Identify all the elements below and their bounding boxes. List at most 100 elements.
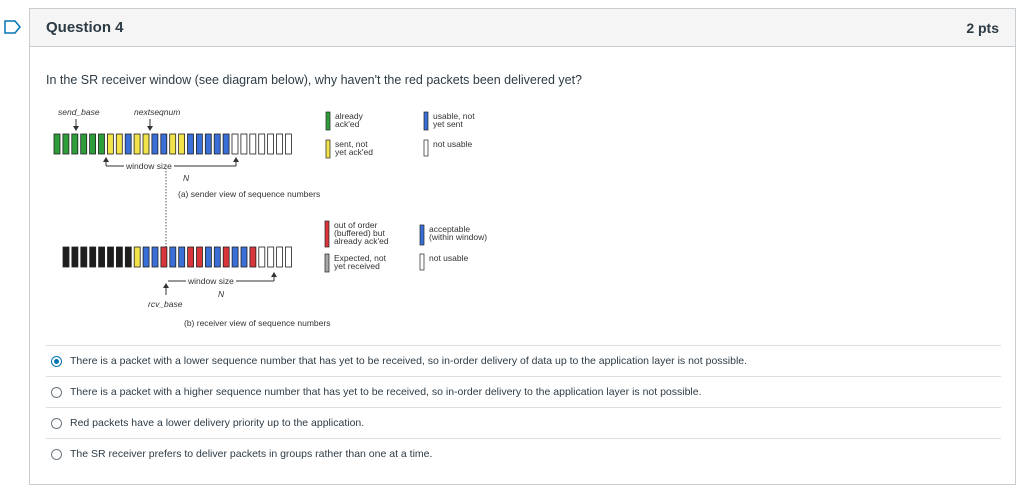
receiver-packet-26 — [285, 246, 292, 268]
sender-packet-strip — [53, 133, 292, 155]
receiver-packet-7 — [116, 246, 123, 268]
sender-legend-label-1-2: ack'ed — [335, 119, 360, 129]
sender-packet-2 — [62, 133, 70, 155]
rcv-base-label: rcv_base — [148, 299, 183, 309]
send-base-label: send_base — [58, 107, 100, 117]
receiver-packet-14 — [178, 246, 186, 268]
receiver-packet-5 — [98, 246, 105, 268]
sender-packet-23 — [249, 133, 257, 155]
sender-packet-9 — [124, 133, 132, 155]
receiver-legend-label-2-2: yet received — [334, 261, 380, 271]
sr-window-diagram: send_base nextseqnum window size N (a) s… — [53, 107, 487, 328]
receiver-packet-18 — [213, 246, 221, 268]
receiver-packet-10 — [142, 246, 150, 268]
receiver-legend: out of order(buffered) butalready ack'ed… — [324, 220, 487, 273]
sender-packet-10 — [133, 133, 141, 155]
receiver-packet-12 — [160, 246, 168, 268]
receiver-packet-23 — [258, 246, 266, 268]
answer-radio-1[interactable] — [51, 355, 62, 367]
sender-packet-16 — [187, 133, 194, 155]
receiver-legend-swatch-4 — [419, 253, 425, 271]
question-prompt: In the SR receiver window (see diagram b… — [46, 73, 583, 87]
sender-legend-swatch-1 — [325, 111, 331, 131]
sender-packet-4 — [80, 133, 88, 155]
receiver-packet-13 — [169, 246, 177, 268]
receiver-packet-2 — [71, 246, 79, 268]
answer-text-1: There is a packet with a lower sequence … — [70, 355, 748, 367]
receiver-packet-16 — [196, 246, 203, 268]
question-header: Question 4 2 pts — [30, 9, 1015, 47]
receiver-legend-label-4-1: not usable — [429, 253, 468, 263]
sender-legend-label-4-1: not usable — [433, 139, 472, 149]
receiver-packet-20 — [231, 246, 239, 268]
sender-packet-6 — [98, 133, 105, 155]
receiver-packet-6 — [107, 246, 114, 268]
receiver-packet-15 — [187, 246, 195, 268]
sender-packet-7 — [107, 133, 114, 155]
receiver-packet-4 — [89, 246, 97, 268]
sender-packet-8 — [115, 133, 123, 155]
receiver-packet-8 — [124, 246, 132, 268]
receiver-packet-24 — [267, 246, 275, 268]
sender-legend-swatch-4 — [423, 139, 429, 157]
answer-text-4: The SR receiver prefers to deliver packe… — [70, 448, 433, 460]
sender-packet-27 — [284, 133, 292, 155]
sender-legend-label-3-2: yet sent — [433, 119, 463, 129]
answer-option-2[interactable]: There is a packet with a higher sequence… — [46, 376, 1001, 407]
answer-list: There is a packet with a lower sequence … — [46, 345, 1001, 469]
receiver-packet-19 — [222, 246, 230, 268]
receiver-packet-3 — [80, 246, 88, 268]
sender-packet-22 — [240, 133, 248, 155]
sender-packet-19 — [213, 133, 221, 155]
sender-packet-26 — [276, 133, 283, 155]
answer-radio-2[interactable] — [51, 386, 62, 398]
receiver-packet-strip — [62, 246, 292, 268]
receiver-packet-11 — [151, 246, 159, 268]
receiver-legend-swatch-3 — [419, 224, 425, 246]
receiver-packet-21 — [240, 246, 248, 268]
answer-option-1[interactable]: There is a packet with a lower sequence … — [46, 345, 1001, 376]
sender-packet-1 — [53, 133, 61, 155]
sender-window-size-label: window size — [125, 161, 172, 171]
sender-packet-14 — [169, 133, 177, 155]
sender-packet-24 — [258, 133, 266, 155]
receiver-legend-label-1-3: already ack'ed — [334, 236, 389, 246]
nextseqnum-label: nextseqnum — [134, 107, 180, 117]
sender-packet-17 — [195, 133, 203, 155]
sender-legend-label-2-2: yet ack'ed — [335, 147, 373, 157]
receiver-legend-label-3-2: (within window) — [429, 232, 487, 242]
answer-option-3[interactable]: Red packets have a lower delivery priori… — [46, 407, 1001, 438]
sender-packet-11 — [142, 133, 150, 155]
receiver-packet-17 — [204, 246, 212, 268]
sender-packet-20 — [222, 133, 230, 155]
answer-radio-3[interactable] — [51, 417, 62, 429]
flag-question-icon[interactable] — [4, 20, 22, 34]
sender-legend: alreadyack'edsent, notyet ack'edusable, … — [325, 111, 475, 159]
question-card: Question 4 2 pts In the SR receiver wind… — [29, 8, 1016, 485]
sender-packet-15 — [178, 133, 186, 155]
receiver-caption: (b) receiver view of sequence numbers — [184, 318, 330, 328]
receiver-packet-25 — [276, 246, 284, 268]
answer-radio-4[interactable] — [51, 448, 62, 460]
answer-option-4[interactable]: The SR receiver prefers to deliver packe… — [46, 438, 1001, 469]
receiver-window-size-label: window size — [187, 276, 234, 286]
answer-text-2: There is a packet with a higher sequence… — [70, 386, 702, 398]
question-points: 2 pts — [966, 20, 999, 36]
receiver-legend-swatch-2 — [324, 253, 330, 273]
receiver-packet-9 — [133, 246, 141, 268]
receiver-n-label: N — [218, 289, 225, 299]
sender-packet-13 — [160, 133, 168, 155]
sender-n-label: N — [183, 173, 190, 183]
sender-packet-12 — [151, 133, 159, 155]
sender-packet-21 — [231, 133, 239, 155]
receiver-legend-swatch-1 — [324, 220, 330, 248]
sender-packet-25 — [267, 133, 275, 155]
sender-legend-swatch-2 — [325, 139, 331, 159]
sender-legend-swatch-3 — [423, 111, 429, 131]
question-title: Question 4 — [46, 19, 124, 36]
sender-packet-5 — [89, 133, 96, 155]
receiver-packet-22 — [249, 246, 257, 268]
receiver-packet-1 — [62, 246, 70, 268]
sender-packet-3 — [71, 133, 79, 155]
sender-packet-18 — [204, 133, 212, 155]
